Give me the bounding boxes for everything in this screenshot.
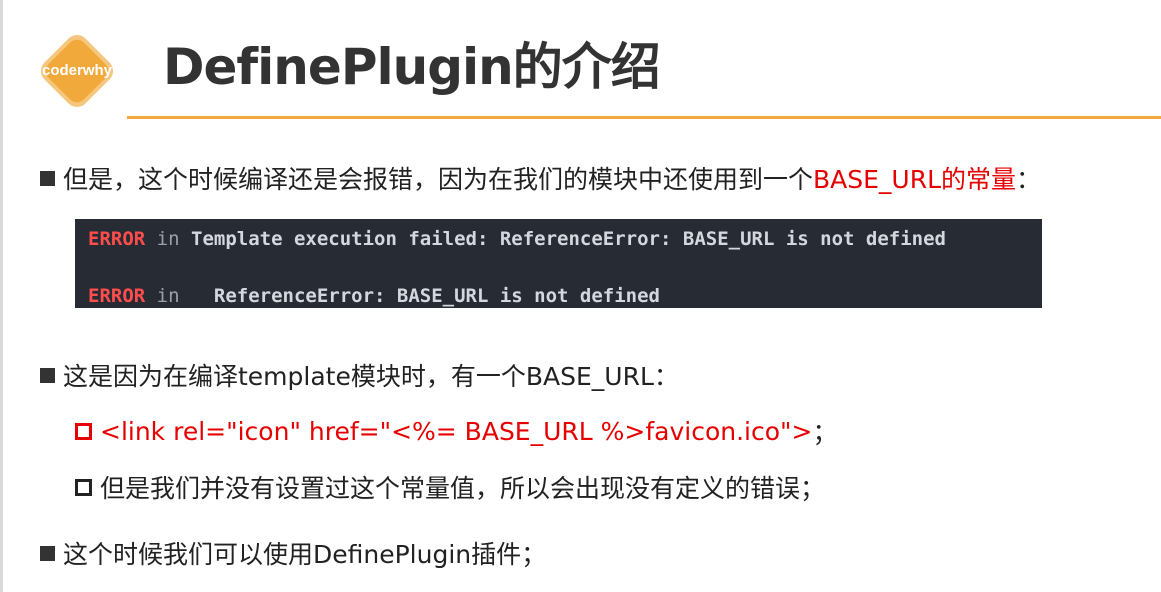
sub-item-undefined: 但是我们并没有设置过这个常量值，所以会出现没有定义的错误； xyxy=(75,469,825,505)
sub-item-text: 但是我们并没有设置过这个常量值，所以会出现没有定义的错误； xyxy=(100,474,826,503)
error-output-block: ERROR in Template execution failed: Refe… xyxy=(75,219,1042,308)
error-label: ERROR xyxy=(88,228,146,250)
square-bullet-icon xyxy=(40,170,55,186)
bullet-highlight: BASE_URL的常量 xyxy=(813,165,1017,194)
bullet-item-solution: 这个时候我们可以使用DefinePlugin插件； xyxy=(40,535,546,571)
hollow-square-bullet-icon xyxy=(75,478,92,496)
title-underline xyxy=(127,116,1161,119)
error-message: Template execution failed: ReferenceErro… xyxy=(191,228,946,250)
bullet-text: 这个时候我们可以使用DefinePlugin插件； xyxy=(63,540,547,569)
square-bullet-icon xyxy=(40,545,55,561)
square-bullet-icon xyxy=(40,367,55,383)
sub-item-code: <link rel="icon" href="<%= BASE_URL %>fa… xyxy=(100,416,813,446)
error-in: in xyxy=(156,285,180,307)
error-line-2: ERROR in ReferenceError: BASE_URL is not… xyxy=(88,285,660,307)
sub-item-end: ； xyxy=(812,418,838,447)
bullet-item-error-intro: 但是，这个时候编译还是会报错，因为在我们的模块中还使用到一个 BASE_URL的常… xyxy=(40,160,1041,196)
bullet-text: 但是，这个时候编译还是会报错，因为在我们的模块中还使用到一个 xyxy=(63,165,814,194)
hollow-square-bullet-icon xyxy=(75,422,92,440)
sub-item-link-tag: <link rel="icon" href="<%= BASE_URL %>fa… xyxy=(75,413,838,449)
bullet-text-end: ： xyxy=(1016,165,1042,194)
error-label: ERROR xyxy=(88,285,146,307)
bullet-item-reason: 这是因为在编译template模块时，有一个BASE_URL： xyxy=(40,357,679,393)
left-edge-bar xyxy=(0,0,3,592)
error-message: ReferenceError: BASE_URL is not defined xyxy=(213,285,660,307)
coderwhy-logo: coderwhy xyxy=(28,22,126,120)
logo-text: coderwhy xyxy=(41,62,113,79)
error-line-1: ERROR in Template execution failed: Refe… xyxy=(88,228,946,250)
bullet-text: 这是因为在编译template模块时，有一个BASE_URL： xyxy=(63,362,679,391)
error-in: in xyxy=(156,228,180,250)
page-title: DefinePlugin的介绍 xyxy=(163,38,661,96)
